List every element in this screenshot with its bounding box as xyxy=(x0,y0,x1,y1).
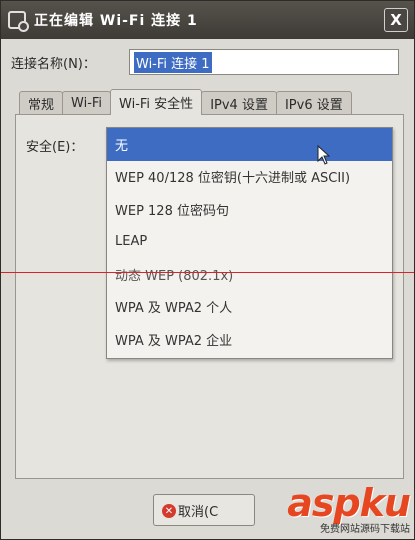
red-guide-line xyxy=(1,272,414,273)
network-settings-icon xyxy=(8,11,29,32)
connection-name-value: Wi-Fi 连接 1 xyxy=(134,51,212,73)
tab-wifi[interactable]: Wi-Fi xyxy=(62,91,112,115)
security-option-wep-key[interactable]: WEP 40/128 位密钥(十六进制或 ASCII) xyxy=(107,161,392,194)
mouse-pointer-icon xyxy=(317,145,331,165)
security-label: 安全(E)： xyxy=(26,140,84,155)
tab-ipv4-settings[interactable]: IPv4 设置 xyxy=(201,91,277,115)
connection-name-input[interactable]: Wi-Fi 连接 1 xyxy=(129,49,399,75)
site-watermark: aspku 免费网站源码下载站 xyxy=(287,481,411,535)
tab-general[interactable]: 常规 xyxy=(19,91,64,115)
security-option-wpa-personal[interactable]: WPA 及 WPA2 个人 xyxy=(107,291,392,324)
security-option-leap[interactable]: LEAP xyxy=(107,226,392,259)
connection-name-row: 连接名称(N)： Wi-Fi 连接 1 xyxy=(11,49,399,75)
window-title: 正在编辑 Wi-Fi 连接 1 xyxy=(34,13,198,29)
security-option-wpa-enterprise[interactable]: WPA 及 WPA2 企业 xyxy=(107,323,392,356)
connection-name-label: 连接名称(N)： xyxy=(11,56,96,72)
close-button[interactable]: X xyxy=(384,8,408,32)
title-bar[interactable]: 正在编辑 Wi-Fi 连接 1 X xyxy=(1,1,414,39)
security-dropdown-list[interactable]: 无 WEP 40/128 位密钥(十六进制或 ASCII) WEP 128 位密… xyxy=(106,127,393,359)
tab-ipv6-settings[interactable]: IPv6 设置 xyxy=(275,91,352,115)
edit-connection-dialog: 正在编辑 Wi-Fi 连接 1 X 连接名称(N)： Wi-Fi 连接 1 常规… xyxy=(0,0,415,540)
cancel-button[interactable]: ✕ 取消(C xyxy=(153,494,255,526)
watermark-brand: aspku xyxy=(287,481,411,525)
security-option-dynamic-wep[interactable]: 动态 WEP (802.1x) xyxy=(107,258,392,291)
cancel-button-label: 取消(C xyxy=(178,504,219,520)
security-option-wep-passphrase[interactable]: WEP 128 位密码句 xyxy=(107,193,392,226)
dialog-footer: ✕ 取消(C aspku 免费网站源码下载站 xyxy=(1,479,414,539)
cancel-icon: ✕ xyxy=(162,504,176,518)
wifi-security-panel: 安全(E)： 无 WEP 40/128 位密钥(十六进制或 ASCII) WEP… xyxy=(15,114,404,479)
tab-wifi-security[interactable]: Wi-Fi 安全性 xyxy=(110,89,203,115)
settings-tabs: 常规 Wi-Fi Wi-Fi 安全性 IPv4 设置 IPv6 设置 xyxy=(19,89,352,115)
security-option-none[interactable]: 无 xyxy=(107,128,392,161)
